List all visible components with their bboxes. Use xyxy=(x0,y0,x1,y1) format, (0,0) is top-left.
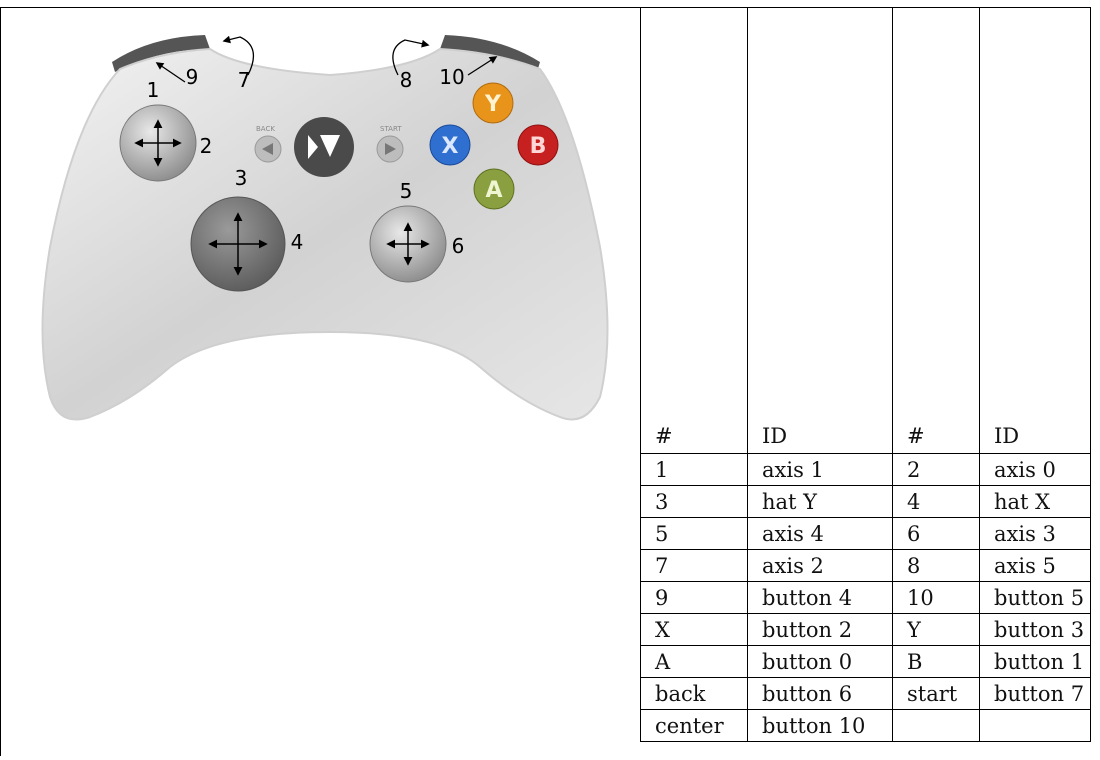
table-cell: axis 4 xyxy=(747,517,893,550)
table-cell: axis 5 xyxy=(979,549,1091,582)
label-7: 7 xyxy=(238,68,251,92)
b-letter: B xyxy=(530,134,547,159)
table-cell: 6 xyxy=(892,517,980,550)
table-cell: center xyxy=(640,709,748,742)
table-cell xyxy=(892,709,980,742)
table-header-cell: ID xyxy=(979,7,1091,454)
start-button: START xyxy=(376,125,404,163)
gamepad-illustration: BACK START Y B X A 1 2 3 4 5 6 7 8 9 10 xyxy=(41,35,609,421)
table-row: back button 6 start button 7 xyxy=(640,677,1091,710)
y-button: Y xyxy=(472,82,514,124)
table-cell: button 6 xyxy=(747,677,893,710)
table-cell xyxy=(979,709,1091,742)
a-button: A xyxy=(473,168,515,210)
right-stick xyxy=(369,205,447,283)
table-row: 5 axis 4 6 axis 3 xyxy=(640,517,1091,550)
table-row: 9 button 4 10 button 5 xyxy=(640,581,1091,614)
start-label: START xyxy=(380,125,402,133)
table-cell: axis 0 xyxy=(979,453,1091,486)
table-cell: 9 xyxy=(640,581,748,614)
table-cell: hat Y xyxy=(747,485,893,518)
x-button: X xyxy=(429,124,471,166)
table-cell: button 1 xyxy=(979,645,1091,678)
table-header-cell: # xyxy=(640,7,748,454)
table-cell: button 10 xyxy=(747,709,893,742)
left-stick xyxy=(119,104,197,182)
label-10: 10 xyxy=(439,65,464,89)
table-row: 7 axis 2 8 axis 5 xyxy=(640,549,1091,582)
table-cell: 1 xyxy=(640,453,748,486)
label-6: 6 xyxy=(452,234,465,258)
table-cell: back xyxy=(640,677,748,710)
table-cell: button 3 xyxy=(979,613,1091,646)
center-guide-button xyxy=(294,117,354,177)
table-row: X button 2 Y button 3 xyxy=(640,613,1091,646)
back-label: BACK xyxy=(256,125,275,133)
table-cell: 4 xyxy=(892,485,980,518)
table-cell: axis 2 xyxy=(747,549,893,582)
table-cell: A xyxy=(640,645,748,678)
label-2: 2 xyxy=(200,134,213,158)
label-9: 9 xyxy=(186,65,199,89)
x-letter: X xyxy=(442,134,459,159)
table-cell: button 5 xyxy=(979,581,1091,614)
table-row: 3 hat Y 4 hat X xyxy=(640,485,1091,518)
label-3: 3 xyxy=(235,166,248,190)
table-cell: button 4 xyxy=(747,581,893,614)
table-cell: Y xyxy=(892,613,980,646)
table-cell: button 2 xyxy=(747,613,893,646)
label-1: 1 xyxy=(147,78,160,102)
table-row: A button 0 B button 1 xyxy=(640,645,1091,678)
table-row: 1 axis 1 2 axis 0 xyxy=(640,453,1091,486)
table-cell: button 7 xyxy=(979,677,1091,710)
table-cell: hat X xyxy=(979,485,1091,518)
controller-figure: BACK START Y B X A 1 2 3 4 5 6 7 8 9 10 xyxy=(0,7,640,756)
table-header-cell: # xyxy=(892,7,980,454)
table-header-cell: ID xyxy=(747,7,893,454)
label-4: 4 xyxy=(291,230,304,254)
mapping-table: # ID # ID 1 axis 1 2 axis 0 3 hat Y 4 ha… xyxy=(640,7,1091,742)
table-cell: X xyxy=(640,613,748,646)
label-5: 5 xyxy=(400,179,413,203)
table-cell: start xyxy=(892,677,980,710)
table-cell: 5 xyxy=(640,517,748,550)
table-cell: axis 3 xyxy=(979,517,1091,550)
table-cell: 8 xyxy=(892,549,980,582)
d-pad xyxy=(190,196,286,292)
table-cell: B xyxy=(892,645,980,678)
table-cell: 2 xyxy=(892,453,980,486)
table-cell: axis 1 xyxy=(747,453,893,486)
table-row: center button 10 xyxy=(640,709,1091,742)
table-cell: button 0 xyxy=(747,645,893,678)
b-button: B xyxy=(517,124,559,166)
label-8: 8 xyxy=(400,68,413,92)
y-letter: Y xyxy=(484,92,502,117)
table-cell: 3 xyxy=(640,485,748,518)
table-cell: 7 xyxy=(640,549,748,582)
controller-body xyxy=(41,47,609,421)
table-header-row: # ID # ID xyxy=(640,7,1091,454)
a-letter: A xyxy=(485,178,502,203)
table-cell: 10 xyxy=(892,581,980,614)
